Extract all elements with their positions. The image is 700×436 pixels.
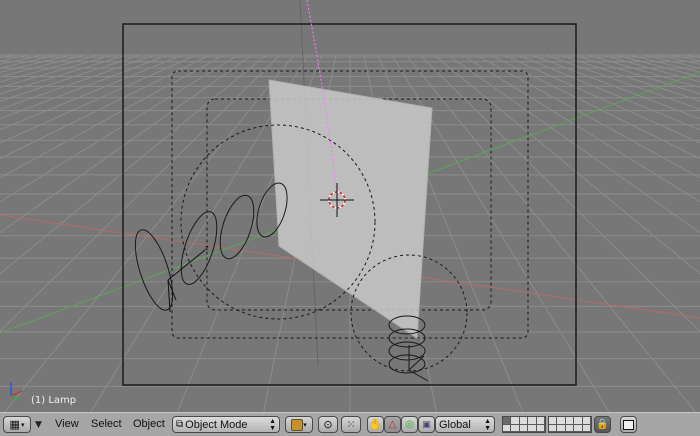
layer-button[interactable] [519, 424, 529, 432]
object-axis-gizmo-left: z [167, 244, 209, 313]
layer-button[interactable] [536, 417, 545, 425]
hand-icon: ✋ [368, 418, 383, 431]
layer-button[interactable] [565, 424, 575, 432]
layer-button[interactable] [557, 417, 566, 425]
chevron-down-icon: ▾ [20, 420, 25, 429]
layer-button[interactable] [574, 417, 583, 425]
layer-buttons-right[interactable] [548, 416, 592, 433]
translate-button[interactable]: △ [384, 416, 401, 433]
object-mode-icon: ⧉ [176, 419, 184, 430]
orientation-dropdown[interactable]: Global ▲ ▼ [435, 416, 495, 433]
layer-button[interactable] [511, 424, 520, 432]
view-axis-indicator [10, 382, 23, 400]
viewport-grid-icon: ▦ [9, 418, 20, 431]
layer-button[interactable] [519, 417, 529, 425]
render-button[interactable] [620, 416, 637, 433]
mode-dropdown[interactable]: ⧉ Object Mode ▲ ▼ [172, 416, 280, 433]
layer-button[interactable] [582, 424, 591, 432]
layer-button[interactable] [582, 417, 591, 425]
layer-button[interactable] [557, 424, 566, 432]
orientation-value: Global [439, 418, 471, 431]
manipulator-toggle-button[interactable]: ✋ [367, 416, 384, 433]
layer-button[interactable] [565, 417, 575, 425]
3d-viewport[interactable]: z (1) Lamp [0, 0, 700, 412]
rotate-button[interactable]: ◎ [401, 416, 418, 433]
layer-button[interactable] [536, 424, 545, 432]
lock-button[interactable]: 🔒 [594, 416, 611, 433]
rotate-icon: ◎ [405, 419, 414, 430]
scale-icon: ▣ [422, 419, 431, 430]
lamp-rings [134, 182, 288, 311]
render-icon [623, 419, 634, 430]
layer-button[interactable] [511, 417, 520, 425]
viewport-canvas[interactable]: z [0, 0, 700, 412]
menu-object[interactable]: Object [133, 418, 165, 430]
layer-button[interactable] [574, 424, 583, 432]
translate-icon: △ [388, 419, 397, 430]
pivot-button[interactable]: ⊙ [318, 416, 338, 433]
layer-button[interactable] [549, 417, 558, 425]
layer-button[interactable] [528, 417, 537, 425]
layer-button[interactable] [549, 424, 558, 432]
lock-icon: 🔒 [596, 419, 609, 430]
layer-button[interactable] [528, 424, 537, 432]
menu-select[interactable]: Select [91, 418, 122, 430]
svg-text:z: z [205, 244, 209, 252]
viewport-header: ▦ ▾ ▼ View Select Object ⧉ Object Mode ▲… [0, 412, 700, 436]
dropdown-arrows-icon: ▲ ▼ [484, 417, 491, 432]
mode-dropdown-value: Object Mode [185, 418, 248, 431]
draw-type-icon [291, 418, 304, 431]
dropdown-arrows-icon: ▲ ▼ [269, 417, 276, 432]
active-object-label: (1) Lamp [31, 395, 77, 406]
editor-type-button[interactable]: ▦ ▾ [3, 416, 31, 433]
layer-buttons-left[interactable] [502, 416, 546, 433]
layer-button[interactable] [503, 417, 512, 425]
draw-type-button[interactable]: ▾ [285, 416, 313, 433]
layer-button[interactable] [503, 424, 512, 432]
pivot-icon: ⊙ [323, 418, 333, 431]
header-collapse-icon[interactable]: ▼ [35, 420, 42, 430]
menu-view[interactable]: View [55, 418, 79, 430]
snap-button[interactable]: ⁙ [341, 416, 361, 433]
scale-button[interactable]: ▣ [418, 416, 435, 433]
chevron-down-icon: ▾ [303, 420, 307, 429]
snap-icon: ⁙ [346, 418, 356, 431]
